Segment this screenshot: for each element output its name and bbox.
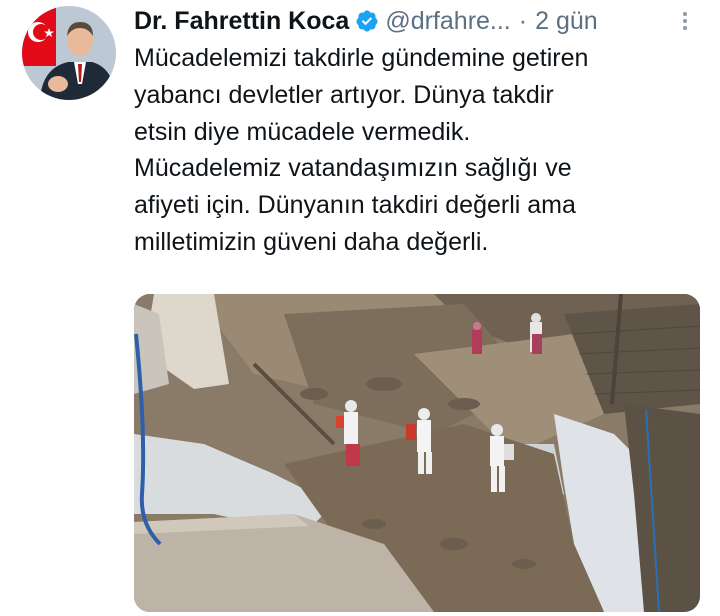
photo-mountain-path: [134, 294, 700, 612]
avatar-image: [22, 6, 116, 100]
avatar[interactable]: [22, 6, 116, 100]
tweet[interactable]: Dr. Fahrettin Koca @drfahre... · 2 gün M…: [0, 0, 720, 616]
tweet-timestamp[interactable]: 2 gün: [535, 6, 598, 36]
author-name[interactable]: Dr. Fahrettin Koca: [134, 6, 349, 36]
tweet-text-line: yabancı devletler artıyor. Dünya takdir: [134, 80, 554, 109]
tweet-text-line: milletimizin güveni daha değerli.: [134, 227, 489, 256]
tweet-header: Dr. Fahrettin Koca @drfahre... · 2 gün: [134, 4, 700, 38]
author-handle[interactable]: @drfahre...: [385, 6, 510, 36]
more-vertical-icon: [683, 12, 687, 30]
tweet-text-line: etsin diye mücadele vermedik.: [134, 117, 471, 146]
tweet-text: Mücadelemizi takdirle gündemine getiren …: [134, 40, 704, 261]
more-options-button[interactable]: [670, 4, 700, 38]
tweet-text-line: Mücadelemizi takdirle gündemine getiren: [134, 44, 589, 72]
separator-dot: ·: [518, 7, 528, 35]
tweet-media-photo[interactable]: [134, 294, 700, 612]
tweet-text-line: Mücadelemiz vatandaşımızın sağlığı ve: [134, 154, 572, 183]
verified-badge-icon: [356, 10, 378, 32]
tweet-text-line: afiyeti için. Dünyanın takdiri değerli a…: [134, 191, 576, 220]
